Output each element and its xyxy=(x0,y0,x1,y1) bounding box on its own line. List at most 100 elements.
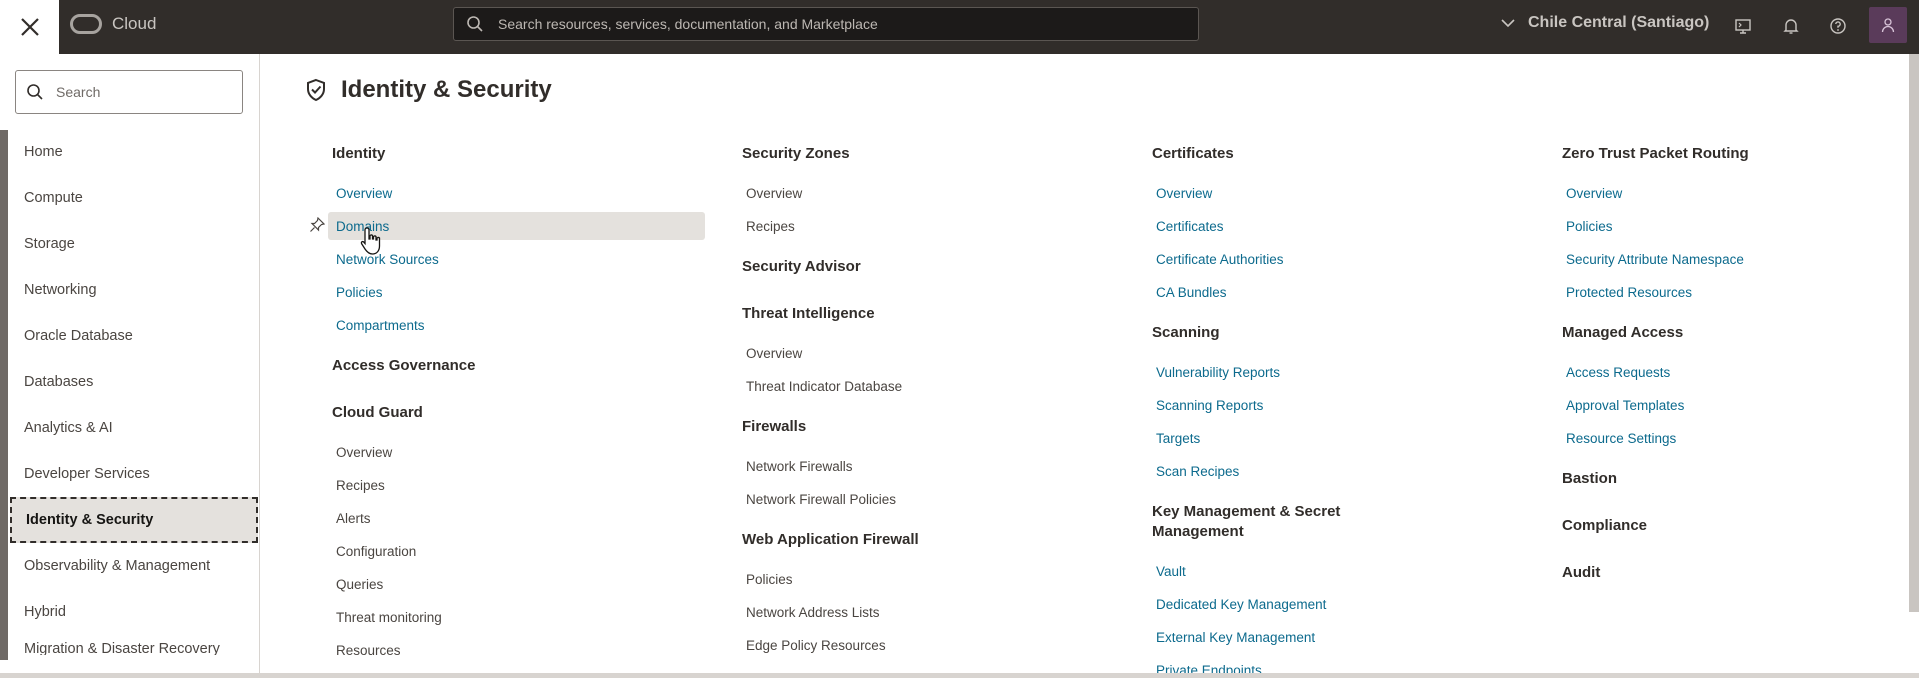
section-security-zones-heading: Security Zones xyxy=(742,145,850,162)
link-network-address-lists[interactable]: Network Address Lists xyxy=(746,604,880,622)
link-targets[interactable]: Targets xyxy=(1156,430,1200,448)
help-icon xyxy=(1830,18,1846,34)
section-bastion-heading[interactable]: Bastion xyxy=(1562,469,1617,489)
sidebar-item-analytics-ai[interactable]: Analytics & AI xyxy=(10,405,258,451)
link-protected-resources[interactable]: Protected Resources xyxy=(1566,284,1692,302)
section-security-advisor-heading[interactable]: Security Advisor xyxy=(742,257,861,277)
profile-avatar-button[interactable] xyxy=(1869,7,1907,43)
link-security-zones-overview[interactable]: Overview xyxy=(746,185,802,203)
pin-icon[interactable] xyxy=(309,217,325,233)
cloud-shell-button[interactable] xyxy=(1731,14,1755,38)
page-scrollbar[interactable] xyxy=(1909,54,1919,612)
search-icon xyxy=(27,84,43,100)
cloud-shell-icon xyxy=(1735,19,1751,34)
link-cloud-guard-queries[interactable]: Queries xyxy=(336,576,383,594)
link-ca-bundles[interactable]: CA Bundles xyxy=(1156,284,1227,302)
link-waf-policies[interactable]: Policies xyxy=(746,571,793,589)
oracle-logo-icon xyxy=(70,14,102,34)
section-key-management-heading-line2: Management xyxy=(1152,523,1244,540)
link-security-zones-recipes[interactable]: Recipes xyxy=(746,218,795,236)
link-cloud-guard-overview[interactable]: Overview xyxy=(336,444,392,462)
link-resource-settings[interactable]: Resource Settings xyxy=(1566,430,1676,448)
link-external-key-management[interactable]: External Key Management xyxy=(1156,629,1315,647)
region-label: Chile Central (Santiago) xyxy=(1528,14,1710,31)
section-threat-intelligence-heading: Threat Intelligence xyxy=(742,305,875,322)
section-zpr-heading: Zero Trust Packet Routing xyxy=(1562,145,1749,162)
link-cloud-guard-threat-monitoring[interactable]: Threat monitoring xyxy=(336,609,442,627)
link-certificates-list[interactable]: Certificates xyxy=(1156,218,1224,236)
sidebar-item-oracle-database[interactable]: Oracle Database xyxy=(10,313,258,359)
sidebar-item-databases[interactable]: Databases xyxy=(10,359,258,405)
link-certificate-authorities[interactable]: Certificate Authorities xyxy=(1156,251,1284,269)
bell-icon xyxy=(1783,19,1799,34)
sidebar-item-hybrid[interactable]: Hybrid xyxy=(10,589,258,635)
horizontal-scrollbar[interactable] xyxy=(0,673,1919,678)
link-threat-indicator-database[interactable]: Threat Indicator Database xyxy=(746,378,902,396)
close-menu-button[interactable] xyxy=(0,0,59,54)
link-approval-templates[interactable]: Approval Templates xyxy=(1566,397,1684,415)
section-scanning-heading: Scanning xyxy=(1152,324,1220,341)
sidebar-item-compute[interactable]: Compute xyxy=(10,175,258,221)
link-cloud-guard-recipes[interactable]: Recipes xyxy=(336,477,385,495)
sidebar-item-home[interactable]: Home xyxy=(10,129,258,175)
link-scan-recipes[interactable]: Scan Recipes xyxy=(1156,463,1239,481)
menu-search-placeholder: Search xyxy=(56,84,101,100)
link-zpr-policies[interactable]: Policies xyxy=(1566,218,1613,236)
link-network-firewall-policies[interactable]: Network Firewall Policies xyxy=(746,491,896,509)
section-identity-heading: Identity xyxy=(332,145,386,162)
top-bar: Cloud Search resources, services, docume… xyxy=(0,0,1919,54)
sidebar-item-identity-security[interactable]: Identity & Security xyxy=(10,497,258,543)
main-content: Identity & Security Identity Overview Do… xyxy=(261,54,1919,678)
link-zpr-overview[interactable]: Overview xyxy=(1566,185,1622,203)
section-key-management-heading-line1: Key Management & Secret xyxy=(1152,503,1341,520)
global-search-placeholder: Search resources, services, documentatio… xyxy=(498,16,878,32)
help-button[interactable] xyxy=(1826,14,1850,38)
link-network-firewalls[interactable]: Network Firewalls xyxy=(746,458,853,476)
link-cloud-guard-alerts[interactable]: Alerts xyxy=(336,510,371,528)
section-cloud-guard-heading: Cloud Guard xyxy=(332,404,423,421)
link-scanning-reports[interactable]: Scanning Reports xyxy=(1156,397,1263,415)
section-firewalls-heading: Firewalls xyxy=(742,418,807,435)
link-identity-network-sources[interactable]: Network Sources xyxy=(336,251,439,269)
link-vault[interactable]: Vault xyxy=(1156,563,1186,581)
sidebar-item-developer-services[interactable]: Developer Services xyxy=(10,451,258,497)
page-title: Identity & Security xyxy=(305,76,552,104)
section-waf-heading: Web Application Firewall xyxy=(742,531,919,548)
sidebar-item-storage[interactable]: Storage xyxy=(10,221,258,267)
chevron-down-icon xyxy=(1501,19,1515,28)
brand-label: Cloud xyxy=(112,14,157,33)
menu-search-input[interactable]: Search xyxy=(15,70,243,114)
search-icon xyxy=(467,16,483,32)
link-identity-compartments[interactable]: Compartments xyxy=(336,317,425,335)
link-certificates-overview[interactable]: Overview xyxy=(1156,185,1212,203)
section-managed-access-heading: Managed Access xyxy=(1562,324,1684,341)
sidebar-item-migration-disaster-recovery[interactable]: Migration & Disaster Recovery xyxy=(10,635,258,655)
oracle-cloud-logo[interactable]: Cloud xyxy=(70,14,156,34)
section-certificates-heading: Certificates xyxy=(1152,145,1234,162)
link-access-requests[interactable]: Access Requests xyxy=(1566,364,1670,382)
sidebar-edge-bar xyxy=(0,130,8,660)
link-vulnerability-reports[interactable]: Vulnerability Reports xyxy=(1156,364,1280,382)
shield-icon xyxy=(307,78,325,102)
user-icon xyxy=(1881,18,1895,33)
link-identity-policies[interactable]: Policies xyxy=(336,284,383,302)
link-threat-intelligence-overview[interactable]: Overview xyxy=(746,345,802,363)
link-edge-policy-resources[interactable]: Edge Policy Resources xyxy=(746,637,886,655)
sidebar-item-networking[interactable]: Networking xyxy=(10,267,258,313)
link-cloud-guard-resources[interactable]: Resources xyxy=(336,642,401,660)
link-identity-overview[interactable]: Overview xyxy=(336,185,392,203)
section-access-governance-heading[interactable]: Access Governance xyxy=(332,356,475,376)
notifications-button[interactable] xyxy=(1779,14,1803,38)
page-title-text: Identity & Security xyxy=(341,76,552,103)
global-search-input[interactable]: Search resources, services, documentatio… xyxy=(453,7,1199,41)
sidebar-item-observability-management[interactable]: Observability & Management xyxy=(10,543,258,589)
close-icon xyxy=(20,18,39,36)
region-selector[interactable]: Chile Central (Santiago) xyxy=(1500,14,1709,32)
link-dedicated-key-management[interactable]: Dedicated Key Management xyxy=(1156,596,1326,614)
sidebar-menu-list: Home Compute Storage Networking Oracle D… xyxy=(10,129,258,655)
section-audit-heading[interactable]: Audit xyxy=(1562,563,1600,583)
section-compliance-heading[interactable]: Compliance xyxy=(1562,516,1647,536)
link-cloud-guard-configuration[interactable]: Configuration xyxy=(336,543,416,561)
hand-cursor-icon xyxy=(360,227,381,255)
link-security-attribute-namespace[interactable]: Security Attribute Namespace xyxy=(1566,251,1744,269)
